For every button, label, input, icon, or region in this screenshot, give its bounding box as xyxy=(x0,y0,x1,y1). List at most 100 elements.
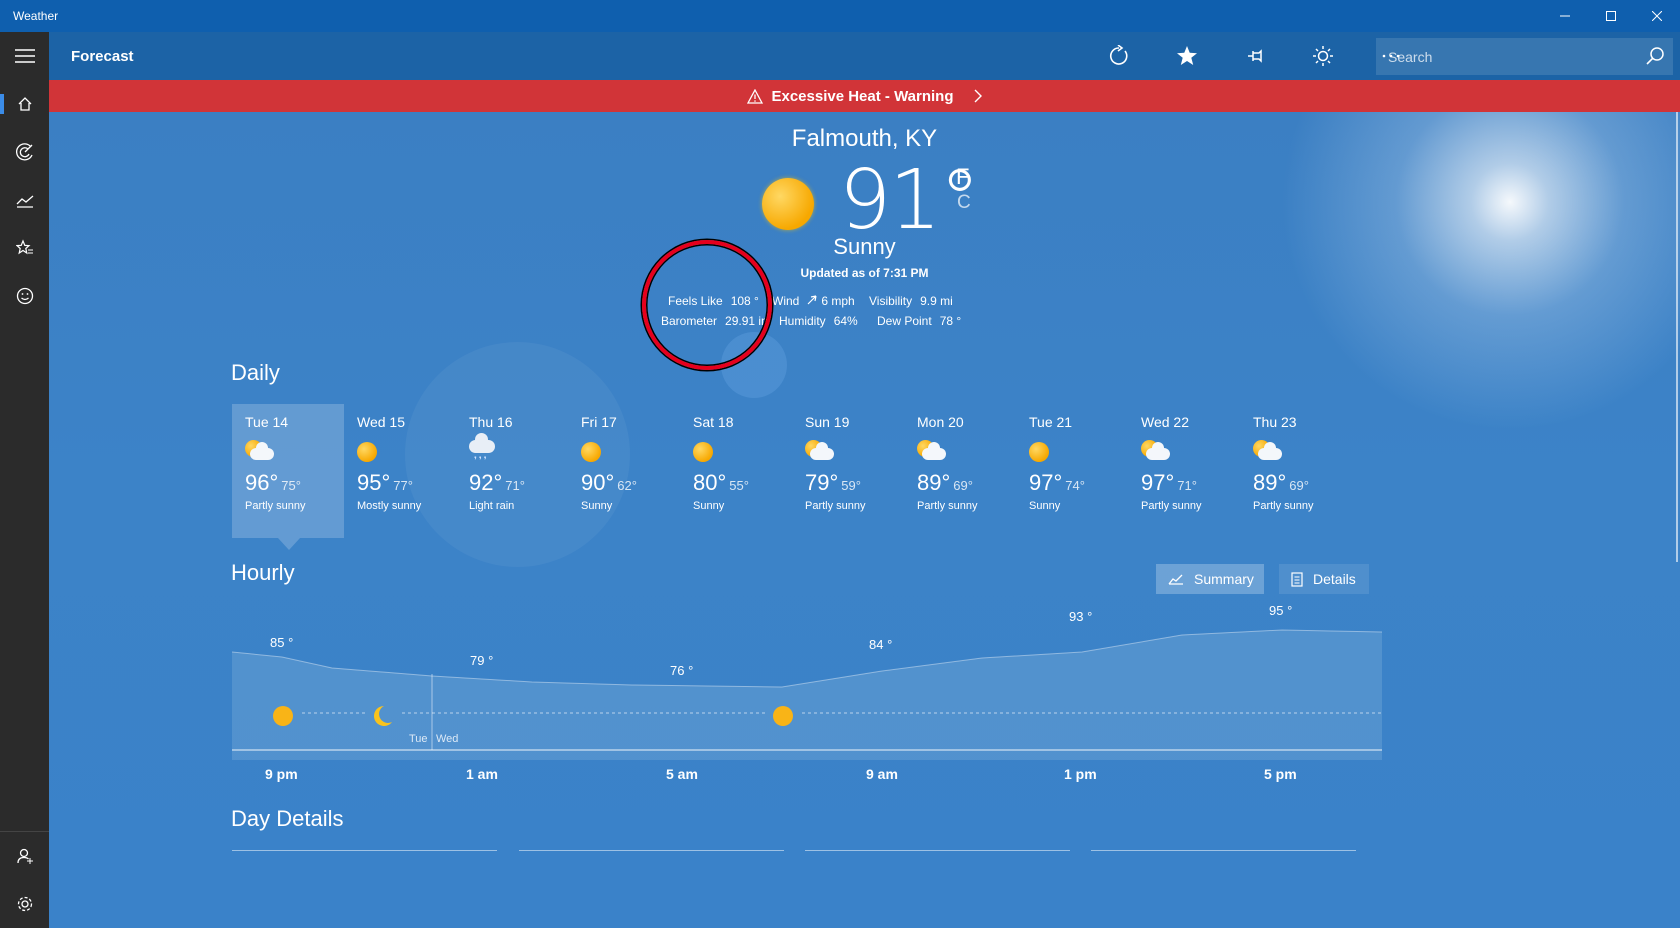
day-low: 69° xyxy=(953,478,973,493)
day-low: 77° xyxy=(393,478,413,493)
day-tile[interactable]: Thu 16 ❜❜❜ 92° 71° Light rain xyxy=(456,404,568,538)
divider xyxy=(805,850,1070,851)
sun-icon xyxy=(1313,46,1333,66)
daily-heading: Daily xyxy=(231,360,280,385)
hamburger-icon xyxy=(14,49,35,63)
rain-icon: ❜❜❜ xyxy=(469,433,568,466)
wind-label: Wind xyxy=(772,294,800,308)
sunny-icon xyxy=(693,438,792,466)
command-bar: Forecast xyxy=(49,32,1680,80)
hourly-heading: Hourly xyxy=(231,560,295,585)
hourly-time-label: 9 pm xyxy=(265,766,298,782)
radar-icon xyxy=(15,143,33,161)
favorite-button[interactable] xyxy=(1153,32,1221,80)
search-box xyxy=(1376,38,1673,75)
warning-icon xyxy=(747,88,764,104)
humidity-value: 64% xyxy=(833,314,858,328)
day-details-heading: Day Details xyxy=(231,806,344,831)
day-low: 74° xyxy=(1065,478,1085,493)
day-condition: Light rain xyxy=(469,500,515,512)
humidity-label: Humidity xyxy=(779,314,826,328)
refresh-icon xyxy=(1109,45,1128,65)
hourly-time-label: 5 am xyxy=(666,766,698,782)
sunny-icon xyxy=(1029,438,1128,466)
search-button[interactable] xyxy=(1645,46,1665,69)
nav-historical[interactable] xyxy=(0,176,49,224)
scrollbar[interactable] xyxy=(1676,112,1678,562)
day-high: 97° xyxy=(1141,470,1175,495)
dew-point-value: 78 ° xyxy=(939,314,962,328)
current-condition: Sunny xyxy=(833,234,896,259)
nav-settings[interactable] xyxy=(0,880,49,928)
forecast-content: Falmouth, KY 91° F C Sunny Updated as of… xyxy=(49,112,1680,928)
hourly-time-label: 9 am xyxy=(866,766,898,782)
summary-label: Summary xyxy=(1194,571,1254,587)
sun-marker-icon xyxy=(773,706,793,726)
hourly-time-label: 1 pm xyxy=(1064,766,1097,782)
day-high: 96° xyxy=(245,470,279,495)
day-high: 80° xyxy=(693,470,727,495)
partly-sunny-icon xyxy=(245,438,344,466)
sunny-icon xyxy=(357,438,456,466)
day-tile[interactable]: Wed 15 95° 77° Mostly sunny xyxy=(344,404,456,538)
day-high: 89° xyxy=(917,470,951,495)
search-input[interactable] xyxy=(1388,48,1638,65)
minimize-icon xyxy=(1560,15,1570,17)
close-button[interactable] xyxy=(1634,0,1680,32)
minimize-button[interactable] xyxy=(1542,0,1588,32)
day-low: 69° xyxy=(1289,478,1309,493)
maximize-button[interactable] xyxy=(1588,0,1634,32)
day-tile[interactable]: Tue 14 96° 75° Partly sunny xyxy=(232,404,344,550)
hourly-temp-label: 79 ° xyxy=(470,653,493,668)
celsius-toggle[interactable]: C xyxy=(957,192,971,214)
refresh-button[interactable] xyxy=(1085,32,1153,80)
nav-maps[interactable] xyxy=(0,128,49,176)
day-tile[interactable]: Wed 22 97° 71° Partly sunny xyxy=(1128,404,1240,538)
nav-account[interactable] xyxy=(0,832,49,880)
hourly-time-label: 5 pm xyxy=(1264,766,1297,782)
hourly-temperature-chart: 85 ° 79 ° 76 ° 84 ° 93 ° 95 ° Tue Wed xyxy=(232,603,1382,760)
fahrenheit-toggle[interactable]: F xyxy=(956,164,969,190)
day-low: 55° xyxy=(729,478,749,493)
nav-forecast[interactable] xyxy=(0,80,49,128)
hourly-area xyxy=(232,630,1382,760)
nav-life[interactable] xyxy=(0,272,49,320)
day-name: Sat 18 xyxy=(693,414,734,430)
day-tile[interactable]: Sat 18 80° 55° Sunny xyxy=(680,404,792,538)
day-low: 71° xyxy=(1177,478,1197,493)
day-tile[interactable]: Thu 23 89° 69° Partly sunny xyxy=(1240,404,1352,538)
day-name: Thu 16 xyxy=(469,414,513,430)
visibility-value: 9.9 mi xyxy=(920,294,953,308)
day-name: Tue 14 xyxy=(245,414,289,430)
day-name: Wed 22 xyxy=(1141,414,1189,430)
partly-sunny-icon xyxy=(1141,438,1240,466)
weather-alert-banner[interactable]: Excessive Heat - Warning xyxy=(49,80,1680,112)
search-icon xyxy=(1646,47,1664,65)
stats-col-2: Wind 6 mph Humidity 64% xyxy=(772,294,858,334)
page-title: Forecast xyxy=(71,47,134,65)
pin-button[interactable] xyxy=(1221,32,1289,80)
wind-value: 6 mph xyxy=(821,294,855,308)
maximize-icon xyxy=(1606,11,1616,21)
nav-favorites[interactable] xyxy=(0,224,49,272)
day-high: 95° xyxy=(357,470,391,495)
day-name: Wed 15 xyxy=(357,414,405,430)
day-name: Mon 20 xyxy=(917,414,964,430)
day-tile[interactable]: Fri 17 90° 62° Sunny xyxy=(568,404,680,538)
day-condition: Mostly sunny xyxy=(357,500,422,512)
summary-button[interactable]: Summary xyxy=(1156,564,1264,594)
star-list-icon xyxy=(15,239,33,255)
day-tile[interactable]: Tue 21 97° 74° Sunny xyxy=(1016,404,1128,538)
details-button[interactable]: Details xyxy=(1279,564,1369,594)
line-chart-icon xyxy=(1168,573,1184,585)
brightness-button[interactable] xyxy=(1289,32,1357,80)
day-tile[interactable]: Sun 19 79° 59° Partly sunny xyxy=(792,404,904,538)
day-tile[interactable]: Mon 20 89° 69° Partly sunny xyxy=(904,404,1016,538)
day-high: 97° xyxy=(1029,470,1063,495)
partly-sunny-icon xyxy=(917,438,1016,466)
hamburger-menu-button[interactable] xyxy=(0,32,49,80)
document-icon xyxy=(1291,571,1303,587)
gear-icon xyxy=(17,896,32,912)
hourly-temp-label: 84 ° xyxy=(869,637,892,652)
close-icon xyxy=(1652,11,1662,21)
